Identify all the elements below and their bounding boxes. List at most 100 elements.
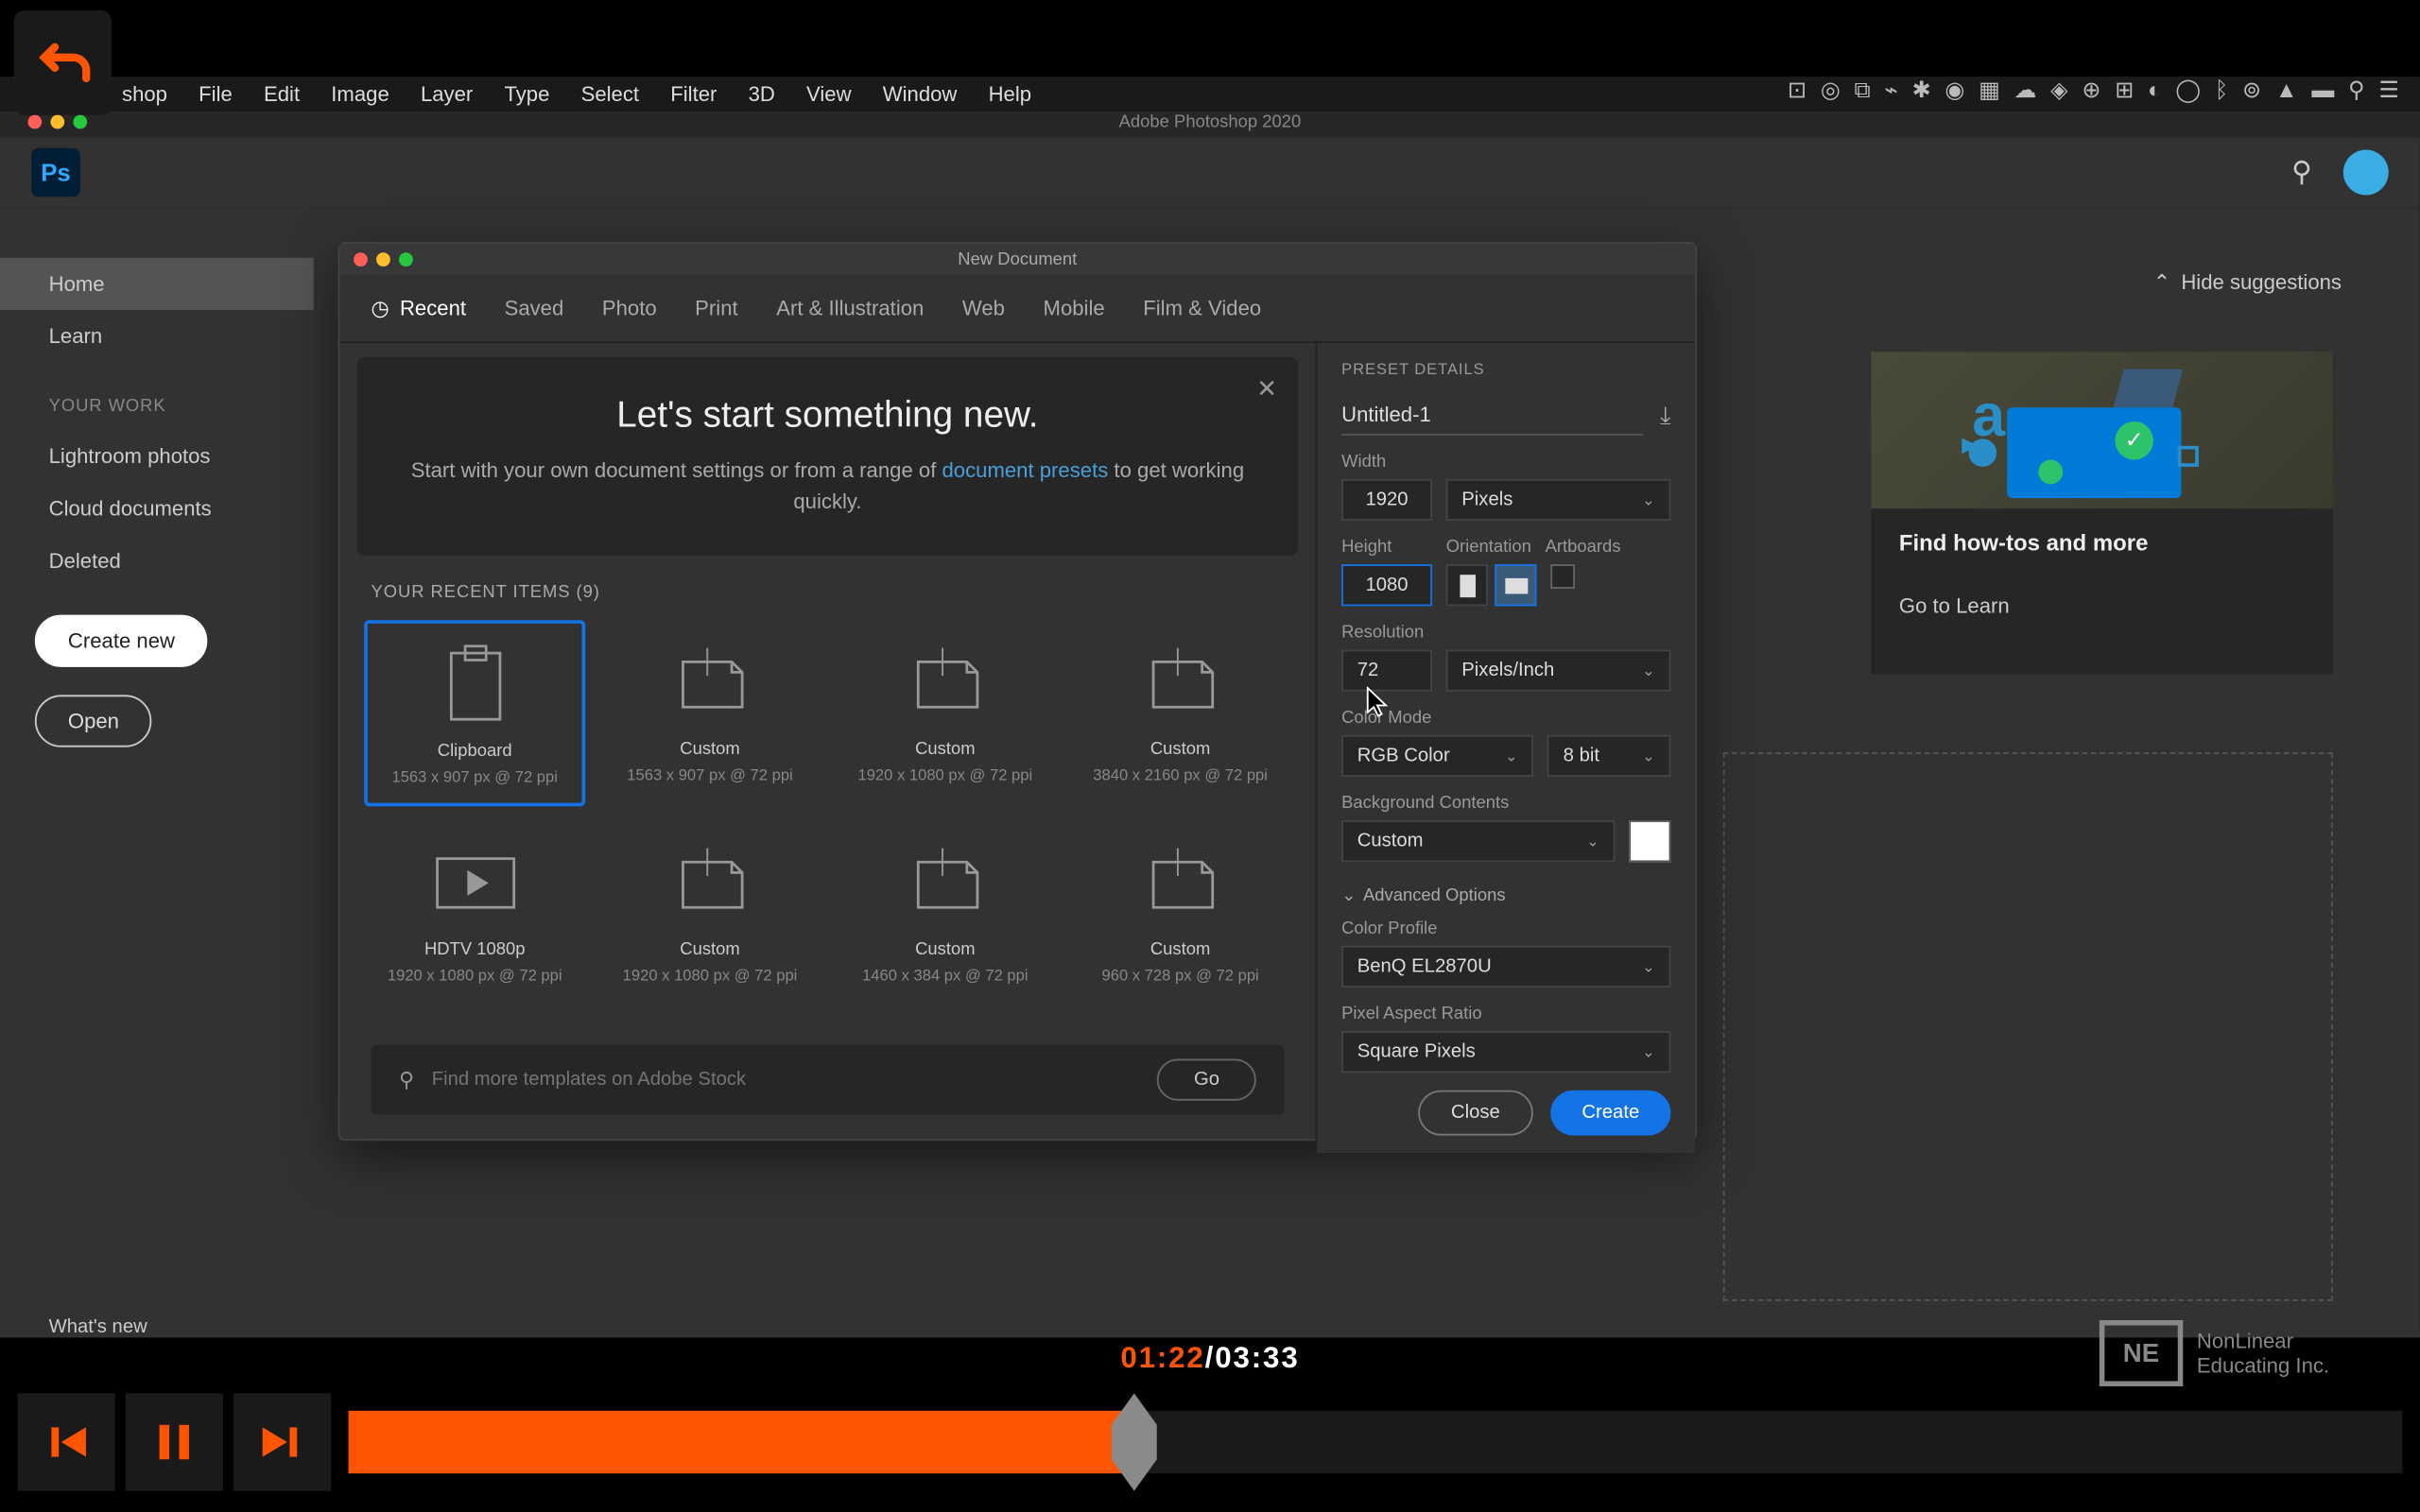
- photoshop-logo-icon[interactable]: Ps: [31, 148, 80, 198]
- tray-icon[interactable]: ◯: [2175, 77, 2201, 104]
- preset-item[interactable]: Clipboard1563 x 907 px @ 72 ppi: [364, 620, 585, 806]
- menu-3d[interactable]: 3D: [749, 82, 775, 107]
- background-color-swatch[interactable]: [1629, 820, 1670, 862]
- tray-icon[interactable]: ⊞: [2115, 77, 2134, 104]
- tab-photo[interactable]: Photo: [602, 289, 657, 328]
- sidebar-cloud-docs[interactable]: Cloud documents: [0, 483, 314, 535]
- close-light[interactable]: [27, 115, 42, 129]
- tray-icon[interactable]: ⊕: [2082, 77, 2100, 104]
- tray-icon[interactable]: ◈: [2050, 77, 2067, 104]
- preset-name: Custom: [847, 940, 1044, 959]
- prev-button[interactable]: [17, 1393, 114, 1490]
- banner-title: Let's start something new.: [409, 395, 1246, 437]
- go-to-learn-link[interactable]: Go to Learn: [1899, 593, 2010, 618]
- advanced-options-toggle[interactable]: ⌄Advanced Options: [1341, 886, 1670, 905]
- create-new-button[interactable]: Create new: [35, 615, 208, 667]
- menu-icon[interactable]: ☰: [2378, 77, 2398, 104]
- volume-icon[interactable]: ▲: [2275, 77, 2298, 104]
- learn-card[interactable]: a▶✓ Find how-tos and more Go to Learn: [1871, 352, 2332, 674]
- tray-icon[interactable]: ✱: [1912, 77, 1931, 104]
- resolution-unit-select[interactable]: Pixels/Inch⌄: [1446, 649, 1671, 691]
- menu-image[interactable]: Image: [331, 82, 389, 107]
- tray-icon[interactable]: ◎: [1821, 77, 1841, 104]
- preset-item[interactable]: HDTV 1080p1920 x 1080 px @ 72 ppi: [364, 820, 585, 1004]
- tab-art[interactable]: Art & Illustration: [776, 289, 924, 328]
- video-progress-track[interactable]: [349, 1411, 2403, 1473]
- tray-icon[interactable]: ▦: [1979, 77, 2000, 104]
- dialog-min-light[interactable]: [376, 252, 390, 266]
- save-preset-icon[interactable]: ⤓: [1660, 401, 1670, 430]
- menu-shop[interactable]: shop: [122, 82, 167, 107]
- user-avatar[interactable]: [2343, 149, 2389, 195]
- tray-icon[interactable]: ◐: [2148, 77, 2161, 104]
- menu-layer[interactable]: Layer: [421, 82, 473, 107]
- stock-search-input[interactable]: [432, 1070, 1140, 1091]
- tab-print[interactable]: Print: [695, 289, 737, 328]
- dropzone[interactable]: [1723, 752, 2333, 1301]
- sidebar-home[interactable]: Home: [0, 258, 314, 310]
- menu-filter[interactable]: Filter: [670, 82, 717, 107]
- bluetooth-icon[interactable]: ᛒ: [2215, 77, 2228, 104]
- tray-icon[interactable]: ⊡: [1788, 77, 1806, 104]
- whats-new-link[interactable]: What's new: [49, 1316, 147, 1337]
- wifi-icon[interactable]: ⊚: [2242, 77, 2261, 104]
- height-input[interactable]: [1341, 564, 1432, 606]
- document-presets-link[interactable]: document presets: [942, 458, 1108, 483]
- stock-go-button[interactable]: Go: [1157, 1059, 1255, 1101]
- menu-type[interactable]: Type: [504, 82, 549, 107]
- menu-file[interactable]: File: [199, 82, 233, 107]
- tab-saved[interactable]: Saved: [505, 289, 564, 328]
- orientation-landscape-button[interactable]: [1495, 564, 1536, 606]
- tray-icon[interactable]: ⌁: [1884, 77, 1897, 104]
- menu-view[interactable]: View: [806, 82, 852, 107]
- orientation-portrait-button[interactable]: [1446, 564, 1488, 606]
- menu-window[interactable]: Window: [883, 82, 958, 107]
- tab-film[interactable]: Film & Video: [1143, 289, 1261, 328]
- preset-item[interactable]: Custom1920 x 1080 px @ 72 ppi: [599, 820, 821, 1004]
- hide-suggestions-toggle[interactable]: ⌃Hide suggestions: [2153, 270, 2342, 295]
- dialog-close-light[interactable]: [354, 252, 368, 266]
- banner-close-icon[interactable]: ✕: [1256, 374, 1277, 404]
- search-icon[interactable]: ⚲: [2348, 77, 2365, 104]
- dialog-max-light[interactable]: [399, 252, 413, 266]
- menu-edit[interactable]: Edit: [264, 82, 300, 107]
- back-button[interactable]: [14, 10, 112, 115]
- document-name-input[interactable]: [1341, 395, 1642, 435]
- artboards-checkbox[interactable]: [1550, 564, 1575, 589]
- pixel-aspect-select[interactable]: Square Pixels⌄: [1341, 1031, 1670, 1073]
- color-mode-select[interactable]: RGB Color⌄: [1341, 735, 1533, 777]
- dialog-create-button[interactable]: Create: [1550, 1091, 1670, 1136]
- tray-icon[interactable]: ⧉: [1855, 77, 1871, 104]
- sidebar-deleted[interactable]: Deleted: [0, 535, 314, 587]
- menu-select[interactable]: Select: [581, 82, 639, 107]
- menu-help[interactable]: Help: [989, 82, 1031, 107]
- next-button[interactable]: [233, 1393, 331, 1490]
- open-button[interactable]: Open: [35, 695, 152, 747]
- search-icon[interactable]: ⚲: [2291, 155, 2312, 190]
- tray-icon[interactable]: ◉: [1945, 77, 1964, 104]
- resolution-input[interactable]: [1341, 649, 1432, 691]
- preset-item[interactable]: Custom1920 x 1080 px @ 72 ppi: [835, 620, 1056, 806]
- tab-mobile[interactable]: Mobile: [1044, 289, 1105, 328]
- width-unit-select[interactable]: Pixels⌄: [1446, 479, 1671, 521]
- width-input[interactable]: [1341, 479, 1432, 521]
- preset-item[interactable]: Custom960 x 728 px @ 72 ppi: [1070, 820, 1291, 1004]
- recent-items-heading: YOUR RECENT ITEMS (9): [339, 570, 1315, 620]
- sidebar-lightroom[interactable]: Lightroom photos: [0, 430, 314, 482]
- tray-icon[interactable]: ☁: [2014, 77, 2036, 104]
- tab-web[interactable]: Web: [962, 289, 1005, 328]
- background-select[interactable]: Custom⌄: [1341, 820, 1615, 862]
- minimize-light[interactable]: [50, 115, 64, 129]
- bit-depth-select[interactable]: 8 bit⌄: [1547, 735, 1670, 777]
- maximize-light[interactable]: [73, 115, 87, 129]
- battery-icon[interactable]: ▬: [2311, 77, 2334, 104]
- pause-button[interactable]: [126, 1393, 223, 1490]
- progress-thumb[interactable]: [1109, 1393, 1161, 1490]
- dialog-close-button[interactable]: Close: [1418, 1091, 1533, 1136]
- color-profile-select[interactable]: BenQ EL2870U⌄: [1341, 946, 1670, 988]
- preset-item[interactable]: Custom3840 x 2160 px @ 72 ppi: [1070, 620, 1291, 806]
- tab-recent[interactable]: ◷Recent: [372, 289, 466, 328]
- sidebar-learn[interactable]: Learn: [0, 310, 314, 362]
- preset-item[interactable]: Custom1563 x 907 px @ 72 ppi: [599, 620, 821, 806]
- preset-item[interactable]: Custom1460 x 384 px @ 72 ppi: [835, 820, 1056, 1004]
